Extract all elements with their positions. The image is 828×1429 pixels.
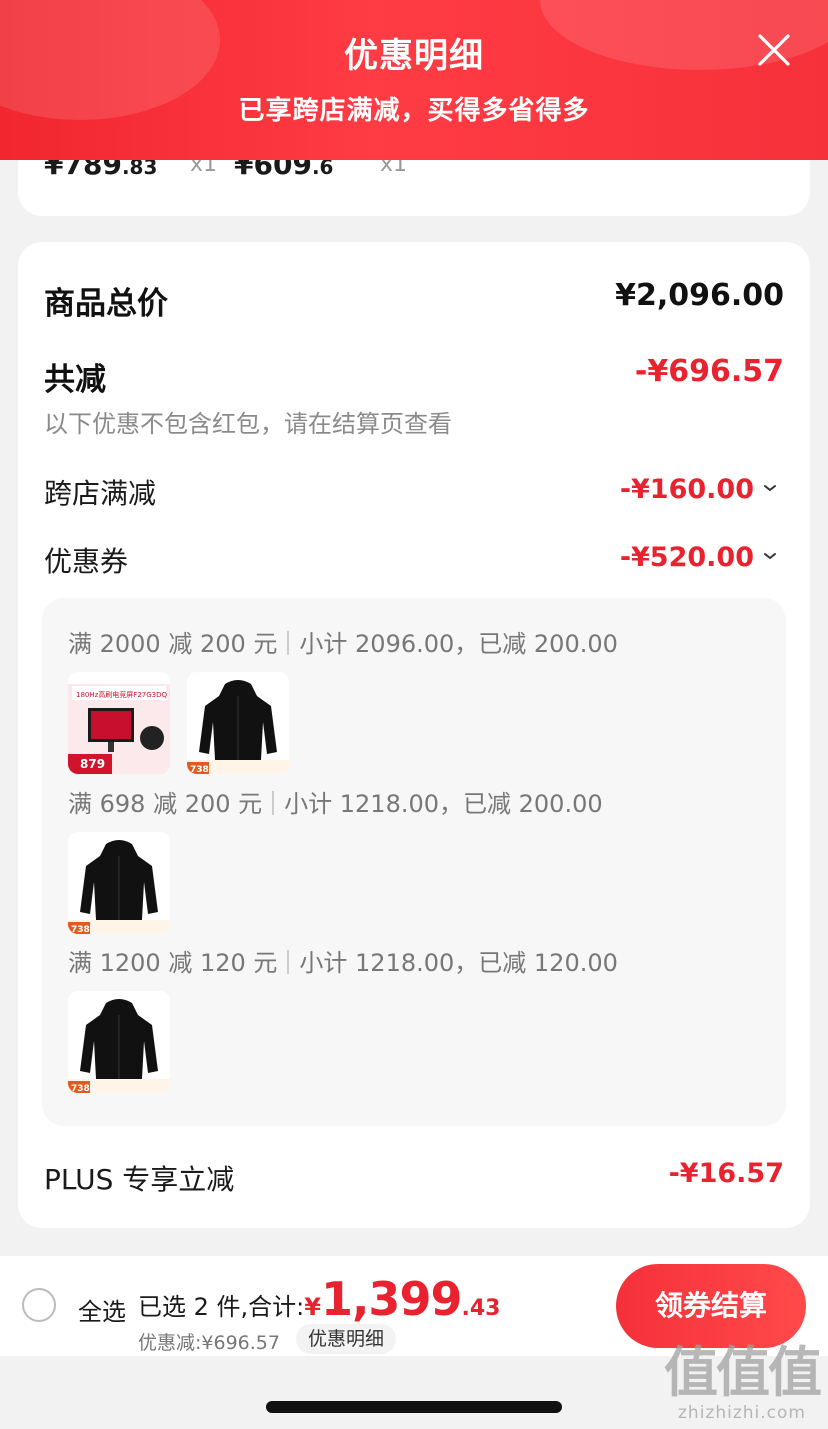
- select-all-label[interactable]: 全选: [78, 1292, 126, 1327]
- site-watermark: 值值值 zhizhizhi.com: [664, 1341, 822, 1424]
- jacket-price-tag: 738: [71, 925, 90, 934]
- reduce-note: 以下优惠不包含红包，请在结算页查看: [44, 410, 452, 438]
- discount-amount-text: 优惠减:¥696.57: [138, 1332, 280, 1354]
- currency-symbol: ¥: [304, 1293, 321, 1321]
- home-indicator: [266, 1401, 562, 1413]
- discount-detail-card: 商品总价 ¥2,096.00 共减 -¥696.57 以下优惠不包含红包，请在结…: [18, 242, 810, 1228]
- total-reduce-label: 共减: [44, 362, 106, 398]
- coupon-value: -¥520.00: [619, 542, 754, 573]
- sheet-subtitle: 已享跨店满减，买得多省得多: [238, 96, 590, 126]
- coupon-rule: 满 698 减 200 元小计 1218.00，已减 200.00: [68, 790, 603, 818]
- total-reduce-row: 共减 -¥696.57: [44, 354, 784, 399]
- cross-store-value: -¥160.00: [619, 474, 754, 505]
- total-reduce-value: -¥696.57: [634, 354, 784, 389]
- selected-count-text: 已选 2 件,合计:: [138, 1293, 305, 1321]
- plus-discount-label: PLUS 专享立减: [44, 1163, 235, 1196]
- cross-store-label: 跨店满减: [44, 477, 157, 510]
- coupon-rule: 满 1200 减 120 元小计 1218.00，已减 120.00: [68, 949, 618, 977]
- coupon-groups-panel: 满 2000 减 200 元小计 2096.00，已减 200.00 180Hz…: [42, 598, 786, 1126]
- product-thumbnail-jacket[interactable]: 738: [68, 991, 170, 1093]
- checkout-button[interactable]: 领券结算: [616, 1264, 806, 1348]
- discount-detail-button[interactable]: 优惠明细: [296, 1324, 397, 1354]
- product-thumbnail-jacket[interactable]: 738: [187, 672, 289, 774]
- total-price-row: 商品总价 ¥2,096.00: [44, 278, 784, 323]
- coupon-label: 优惠券: [44, 545, 129, 578]
- chevron-down-icon[interactable]: [760, 478, 780, 498]
- product-thumbnail-monitor[interactable]: 180Hz高刷电竞屏F27G3DQ Pro 879: [68, 672, 170, 774]
- close-icon[interactable]: [756, 32, 792, 68]
- order-total: 已选 2 件,合计:¥1,399.43: [138, 1272, 500, 1326]
- detail-sheet-header: 优惠明细 已享跨店满减，买得多省得多: [0, 0, 828, 160]
- jacket-price-tag: 738: [71, 1084, 90, 1093]
- monitor-price-tag: 879: [80, 757, 105, 771]
- total-price-value: ¥2,096.00: [615, 278, 784, 313]
- watermark-url: zhizhizhi.com: [678, 1403, 806, 1423]
- sheet-title: 优惠明细: [344, 36, 484, 76]
- chevron-down-icon[interactable]: [760, 546, 780, 566]
- watermark-logo: 值值值: [664, 1341, 822, 1404]
- product-thumbnail-jacket[interactable]: 738: [68, 832, 170, 934]
- total-amount-decimal: .43: [461, 1296, 501, 1321]
- cross-store-row[interactable]: 跨店满减 -¥160.00: [44, 472, 784, 512]
- monitor-headline: 180Hz高刷电竞屏F27G3DQ Pro: [76, 690, 170, 699]
- plus-discount-row: PLUS 专享立减 -¥16.57: [44, 1158, 784, 1198]
- coupon-rule: 满 2000 减 200 元小计 2096.00，已减 200.00: [68, 630, 618, 658]
- coupon-row[interactable]: 优惠券 -¥520.00: [44, 540, 784, 580]
- total-amount-integer: 1,399: [320, 1272, 463, 1326]
- jacket-price-tag: 738: [190, 765, 209, 774]
- select-all-checkbox[interactable]: [22, 1288, 56, 1322]
- total-price-label: 商品总价: [44, 286, 168, 322]
- plus-discount-value: -¥16.57: [668, 1158, 784, 1189]
